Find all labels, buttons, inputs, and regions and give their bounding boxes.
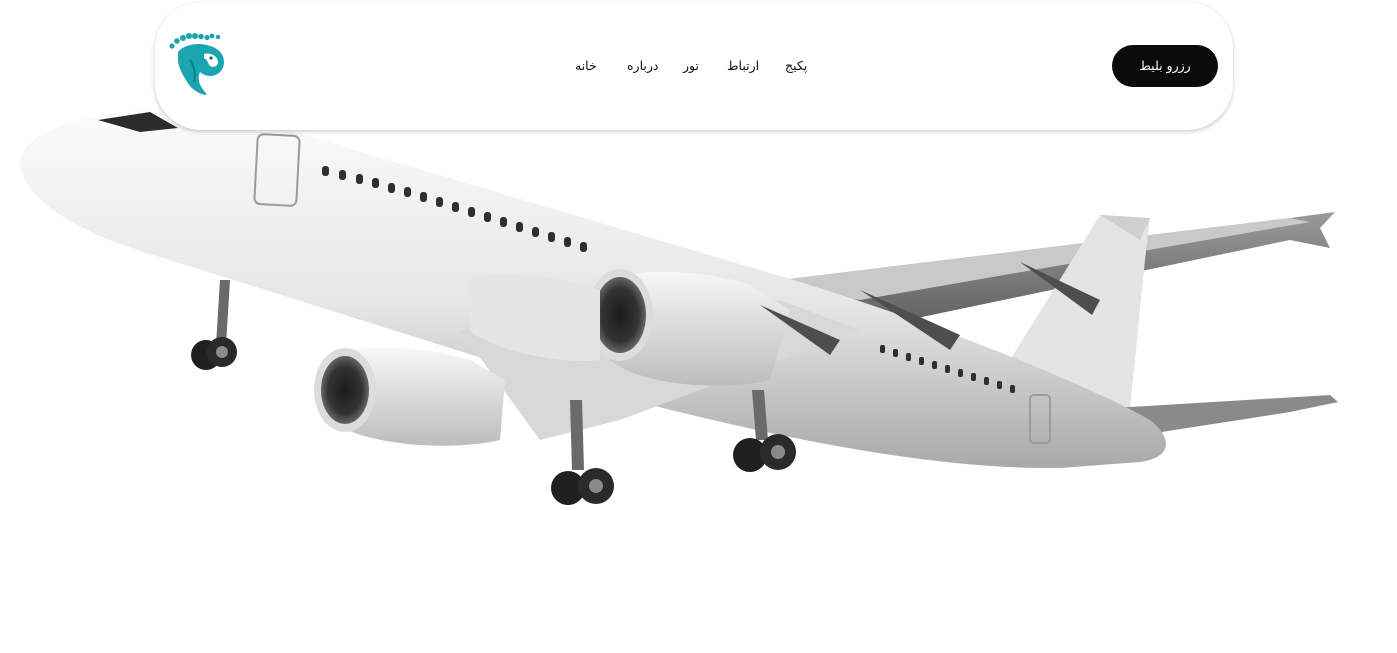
book-ticket-button[interactable]: رزرو بلیط [1112,45,1218,87]
nav-link-package[interactable]: پکیج [785,56,807,76]
nav-link-about[interactable]: درباره [627,56,658,76]
nav-link-contact[interactable]: ارتباط [727,56,759,76]
top-navbar: خانه درباره تور ارتباط پکیج رزرو بلیط [155,2,1233,130]
page: خانه درباره تور ارتباط پکیج رزرو بلیط [0,0,1397,653]
nav-link-tour[interactable]: تور [683,56,699,76]
nav-link-home[interactable]: خانه [575,56,597,76]
seahorse-logo-icon[interactable] [168,32,230,96]
